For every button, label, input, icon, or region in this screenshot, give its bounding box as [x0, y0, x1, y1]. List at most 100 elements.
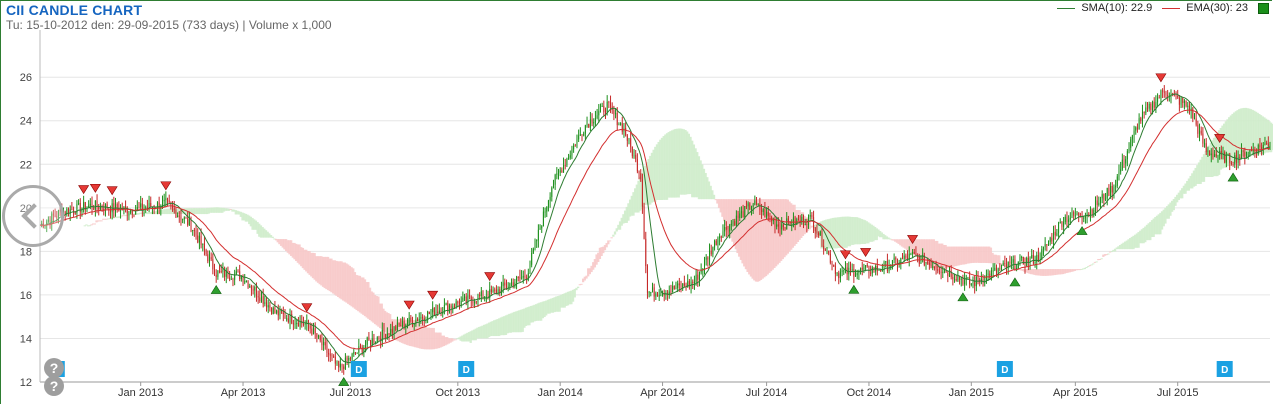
y-tick-label: 24: [20, 116, 32, 128]
candle-body: [693, 282, 695, 284]
candle-body: [541, 226, 543, 229]
legend-sma[interactable]: SMA(10): 22.9: [1057, 2, 1152, 14]
candle-body: [445, 303, 447, 305]
candle-body: [227, 270, 229, 278]
candle-body: [98, 206, 100, 210]
candle-body: [1158, 97, 1160, 99]
candle-body: [177, 215, 179, 218]
help-icon[interactable]: ?: [44, 376, 64, 396]
candle-body: [266, 302, 268, 308]
candle-body: [673, 285, 675, 290]
candle-body: [401, 321, 403, 327]
candle-body: [725, 226, 727, 230]
candle-body: [628, 138, 630, 141]
candle-body: [596, 115, 598, 119]
candle-body: [383, 329, 385, 334]
candle-body: [351, 353, 353, 360]
candle-body: [338, 361, 340, 368]
candle-body: [131, 210, 133, 215]
candle-body: [502, 282, 504, 287]
candle-body: [495, 289, 497, 294]
candle-body: [823, 245, 825, 250]
candle-body: [606, 101, 608, 113]
candle-body: [229, 277, 231, 280]
candle-body: [586, 124, 588, 126]
candle-body: [660, 295, 662, 297]
candle-body: [546, 206, 548, 212]
candle-body: [1210, 153, 1212, 156]
candle-body: [1012, 259, 1014, 263]
chart-legend: SMA(10): 22.9 EMA(30): 23: [1057, 2, 1269, 14]
candle-body: [1145, 107, 1147, 114]
candle-body: [249, 286, 251, 288]
candle-body: [212, 259, 214, 270]
candle-body: [648, 292, 650, 294]
candle-body: [1126, 151, 1128, 159]
candle-body: [589, 119, 591, 128]
candle-body: [625, 128, 627, 136]
candle-body: [192, 229, 194, 231]
candle-body: [1249, 150, 1251, 155]
candle-body: [255, 286, 257, 296]
candle-body: [64, 211, 66, 214]
candle-body: [752, 204, 754, 208]
ema-line: [39, 109, 1271, 350]
candle-body: [1192, 108, 1194, 119]
candle-body: [658, 295, 660, 297]
candle-body: [433, 307, 435, 316]
candle-body: [1244, 151, 1246, 159]
candle-body: [316, 333, 318, 338]
candle-body: [1259, 144, 1261, 148]
candle-body: [207, 254, 209, 262]
candle-body: [809, 215, 811, 217]
candle-body: [193, 229, 195, 231]
candle-body: [995, 267, 997, 273]
candle-body: [1240, 150, 1242, 159]
candle-body: [494, 289, 496, 291]
candle-body: [675, 288, 677, 290]
candle-body: [344, 357, 346, 369]
candle-body: [730, 223, 732, 225]
candle-body: [279, 309, 281, 316]
candle-body: [1141, 111, 1143, 122]
candle-body: [913, 252, 915, 254]
candle-body: [797, 219, 799, 221]
candle-body: [477, 294, 479, 302]
candle-body: [940, 271, 942, 273]
candle-body: [1108, 187, 1110, 196]
candle-body: [254, 286, 256, 291]
candle-body: [566, 158, 568, 166]
candle-body: [703, 259, 706, 269]
candle-body: [522, 275, 524, 278]
scroll-left-icon[interactable]: [2, 185, 64, 247]
candle-body: [556, 173, 558, 175]
candle-body: [1148, 103, 1150, 109]
legend-ema[interactable]: EMA(30): 23: [1162, 2, 1248, 14]
candle-body: [450, 305, 452, 308]
buy-signal-marker: [1227, 172, 1239, 182]
candle-body: [1017, 261, 1019, 268]
candle-body: [594, 118, 596, 123]
candle-body: [262, 296, 264, 304]
candle-body: [1177, 95, 1179, 98]
candle-body: [707, 257, 709, 260]
candle-body: [549, 196, 551, 201]
candle-body: [188, 218, 190, 225]
candle-body: [1054, 231, 1056, 236]
candle-body: [219, 271, 221, 273]
candle-body: [615, 112, 617, 115]
candle-body: [323, 342, 325, 346]
cloud-segment: [613, 231, 617, 235]
candle-body: [739, 213, 741, 218]
candle-body: [856, 272, 858, 276]
candle-body: [1094, 200, 1096, 210]
legend-candles[interactable]: [1258, 2, 1269, 14]
cloud-segment: [83, 225, 86, 227]
candle-body: [198, 235, 200, 243]
candle-body: [1058, 223, 1060, 234]
help-icon[interactable]: ?: [44, 358, 64, 378]
candle-body: [358, 346, 360, 353]
candle-body: [630, 138, 632, 147]
candle-body: [395, 326, 397, 331]
candle-body: [866, 265, 868, 267]
